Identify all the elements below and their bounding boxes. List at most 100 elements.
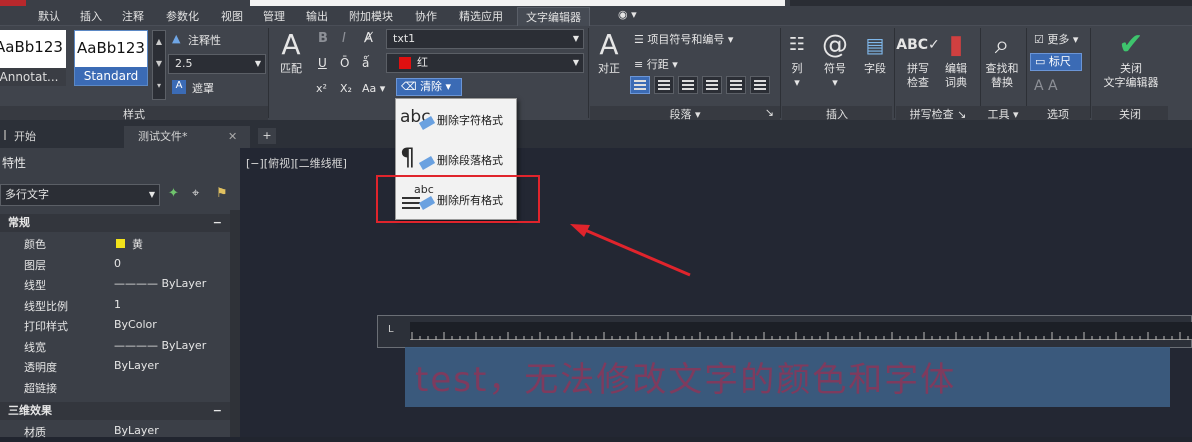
launcher-icon[interactable]: ↘ — [765, 106, 774, 119]
tab-start[interactable]: 开始 — [0, 126, 124, 148]
ribbon-tab-annotate[interactable]: 注释 — [122, 8, 144, 24]
prop-row-transparency[interactable]: 透明度 ByLayer — [0, 356, 230, 377]
mask-label[interactable]: 遮罩 — [192, 80, 214, 96]
menu-item-remove-paragraph-formatting[interactable]: ¶ 删除段落格式 — [396, 139, 516, 177]
checkbox-icon: ☑ — [1034, 33, 1048, 46]
prop-row-material[interactable]: 材质 ByLayer — [0, 421, 230, 442]
annotative-label[interactable]: 注释性 — [188, 32, 221, 48]
align-center-button[interactable] — [654, 76, 674, 94]
properties-palette: 特性 多行文字 ▼ ✦ ⌖ ⚑ 常规 − 颜色 黄 图层 0 线型 ———— ByLaye… — [0, 148, 240, 439]
ruler-icon: ▭ — [1035, 55, 1049, 68]
options-panel-title: 选项 — [1026, 106, 1090, 121]
text-height-dropdown[interactable]: 2.5 ▼ — [168, 54, 266, 74]
clear-format-button[interactable]: ⌫ 清除 ▾ — [396, 78, 462, 96]
style-sample-standard[interactable]: AaBb123 Standard — [74, 30, 148, 86]
italic-button[interactable]: I — [342, 31, 346, 46]
divider — [894, 28, 895, 118]
dictionary-label: 编辑 词典 — [945, 62, 967, 89]
tab-stop-icon[interactable]: L — [388, 324, 394, 335]
color-dropdown[interactable]: 红 ▼ — [386, 53, 584, 73]
ribbon-tab-output[interactable]: 输出 — [306, 8, 328, 24]
style-scroll[interactable]: ▲ ▼ ▾ — [152, 30, 166, 100]
text-ruler[interactable]: L — [377, 315, 1192, 348]
change-case-button[interactable]: Aa ▾ — [362, 82, 385, 95]
ribbon-tab-default[interactable]: 默认 — [38, 8, 60, 24]
style-name: Standard — [75, 67, 147, 85]
ribbon-tab-manage[interactable]: 管理 — [263, 8, 285, 24]
chevron-down-icon: ▼ — [572, 58, 579, 67]
subscript-button[interactable]: X₂ — [340, 82, 352, 95]
bullet-list-icon: ☰ — [634, 33, 648, 46]
new-tab-button[interactable]: + — [258, 128, 276, 144]
panel-toggle-icon[interactable]: ◉ ▾ — [618, 8, 637, 21]
ribbon-tab-addins[interactable]: 附加模块 — [349, 8, 393, 24]
prop-row-plot-style[interactable]: 打印样式 ByColor — [0, 315, 230, 336]
edit-dictionary-button[interactable]: ▮ 编辑 词典 — [938, 28, 974, 90]
underline-button[interactable]: U — [318, 56, 327, 70]
undo-icon[interactable]: A A — [1034, 78, 1058, 94]
collapse-icon: − — [212, 216, 222, 229]
divider — [780, 28, 781, 118]
symbol-button[interactable]: @ 符号 ▾ — [818, 28, 852, 90]
font-value: txt1 — [393, 32, 416, 45]
prop-row-lineweight[interactable]: 线宽 ———— ByLayer — [0, 336, 230, 357]
close-editor-button[interactable]: ✔ 关闭 文字编辑器 — [1096, 28, 1166, 90]
oblique-icon[interactable]: ǻ — [362, 56, 369, 70]
columns-button[interactable]: ☷ 列 ▾ — [786, 28, 808, 90]
selection-value: 多行文字 — [5, 188, 49, 201]
justify-button[interactable]: A 对正 — [594, 28, 624, 76]
tools-panel-title: 工具 ▾ — [980, 106, 1026, 121]
overline-button[interactable]: Ō — [340, 56, 349, 70]
ribbon-tab-insert[interactable]: 插入 — [80, 8, 102, 24]
tab-test-file[interactable]: 测试文件* ✕ — [124, 126, 250, 148]
prop-row-hyperlink[interactable]: 超链接 — [0, 377, 230, 398]
prop-row-linetype[interactable]: 线型 ———— ByLayer — [0, 274, 230, 295]
section-general[interactable]: 常规 − — [0, 214, 230, 232]
bullets-button[interactable]: ☰ 项目符号和编号 ▾ — [634, 31, 733, 47]
bold-button[interactable]: B — [318, 31, 328, 46]
quick-select-icon[interactable]: ✦ — [168, 186, 179, 201]
find-replace-button[interactable]: ⌕ 查找和 替换 — [982, 28, 1022, 90]
ribbon-tab-text-editor[interactable]: 文字编辑器 — [517, 7, 590, 26]
scrollbar[interactable] — [230, 210, 240, 437]
menu-item-remove-character-formatting[interactable]: abc 删除字符格式 — [396, 99, 516, 137]
distribute-align-button[interactable] — [726, 76, 746, 94]
justify-align-button[interactable] — [702, 76, 722, 94]
tab-align-button[interactable] — [750, 76, 770, 94]
more-options-button[interactable]: ☑ 更多 ▾ — [1034, 31, 1078, 47]
color-swatch — [399, 57, 411, 69]
mtext-content[interactable]: test，无法修改文字的颜色和字体 — [415, 352, 956, 401]
pickadd-icon[interactable]: ⚑ — [216, 186, 228, 201]
font-dropdown[interactable]: txt1 ▼ — [386, 29, 584, 49]
strikethrough-icon[interactable]: Ⱥ — [364, 31, 373, 46]
align-right-button[interactable] — [678, 76, 698, 94]
prop-row-color[interactable]: 颜色 黄 — [0, 233, 230, 254]
ribbon-tab-collaborate[interactable]: 协作 — [415, 8, 437, 24]
superscript-button[interactable]: x² — [316, 82, 327, 95]
align-left-button[interactable] — [630, 76, 650, 94]
section-3d-effects[interactable]: 三维效果 − — [0, 402, 230, 420]
ribbon-tab-parametric[interactable]: 参数化 — [166, 8, 199, 24]
selection-dropdown[interactable]: 多行文字 ▼ — [0, 184, 160, 206]
line-spacing-button[interactable]: ≡ 行距 ▾ — [634, 56, 678, 72]
style-sample-annotative[interactable]: AaBb123 Annotat... — [0, 30, 66, 86]
prop-row-layer[interactable]: 图层 0 — [0, 254, 230, 275]
match-button[interactable]: A 匹配 — [276, 28, 306, 76]
divider — [1026, 28, 1027, 118]
style-preview: AaBb123 — [77, 39, 145, 57]
ribbon-tab-featured[interactable]: 精选应用 — [459, 8, 503, 24]
dictionary-icon: ▮ — [948, 30, 964, 60]
ruler-toggle[interactable]: ▭ 标尺 — [1030, 53, 1082, 71]
ribbon-tab-view[interactable]: 视图 — [221, 8, 243, 24]
close-icon[interactable]: ✕ — [228, 126, 237, 148]
section-3d-label: 三维效果 — [8, 404, 52, 417]
collapse-icon: − — [212, 404, 222, 417]
field-button[interactable]: ▤ 字段 — [860, 28, 890, 76]
select-objects-icon[interactable]: ⌖ — [192, 186, 199, 201]
prop-row-linetype-scale[interactable]: 线型比例 1 — [0, 295, 230, 316]
spell-check-button[interactable]: ABC✓ 拼写 检查 — [896, 28, 940, 90]
justify-icon: A — [599, 28, 619, 61]
viewport-controls[interactable]: [−][俯视][二维线框] — [246, 155, 347, 171]
clear-label: 清除 — [420, 80, 443, 93]
prop-key: 透明度 — [24, 361, 57, 374]
